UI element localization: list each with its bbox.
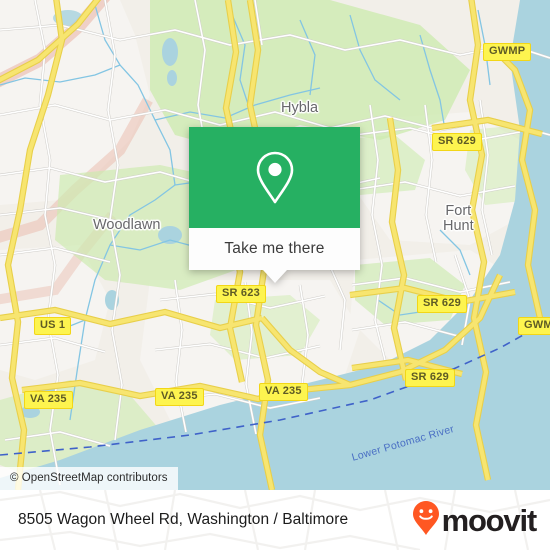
osm-attribution[interactable]: © OpenStreetMap contributors xyxy=(0,467,178,490)
map-screenshot: Hybla Woodlawn Fort Hunt GWMP SR 629 SR … xyxy=(0,0,550,550)
moovit-wordmark: moovit xyxy=(441,502,538,538)
moovit-smiley-pin-icon xyxy=(412,500,440,541)
road-shield-va-235-mid: VA 235 xyxy=(155,388,204,406)
road-shield-sr-629-mid: SR 629 xyxy=(417,295,467,313)
callout-pointer-tail xyxy=(262,270,287,283)
road-shield-va-235-east: VA 235 xyxy=(259,383,308,401)
footer-content: 8505 Wagon Wheel Rd, Washington / Baltim… xyxy=(0,490,550,550)
location-callout[interactable]: Take me there xyxy=(189,127,360,283)
road-shield-gwmp-north: GWMP xyxy=(483,43,532,61)
road-shield-sr-629-north: SR 629 xyxy=(432,133,482,151)
footer-bar: 8505 Wagon Wheel Rd, Washington / Baltim… xyxy=(0,490,550,550)
take-me-there-button[interactable]: Take me there xyxy=(189,228,360,270)
map-pin-icon xyxy=(254,150,296,206)
road-shield-us-1: US 1 xyxy=(34,317,72,335)
address-text: 8505 Wagon Wheel Rd, Washington / Baltim… xyxy=(18,511,349,528)
callout-image-panel xyxy=(189,127,360,228)
moovit-logo[interactable]: moovit xyxy=(412,500,538,541)
road-shield-va-235-west: VA 235 xyxy=(24,391,73,409)
road-shield-sr-623: SR 623 xyxy=(216,285,266,303)
road-shield-sr-629-south: SR 629 xyxy=(405,369,455,387)
road-shield-gwmp-east: GWMP xyxy=(518,317,550,335)
take-me-there-label: Take me there xyxy=(224,240,325,257)
